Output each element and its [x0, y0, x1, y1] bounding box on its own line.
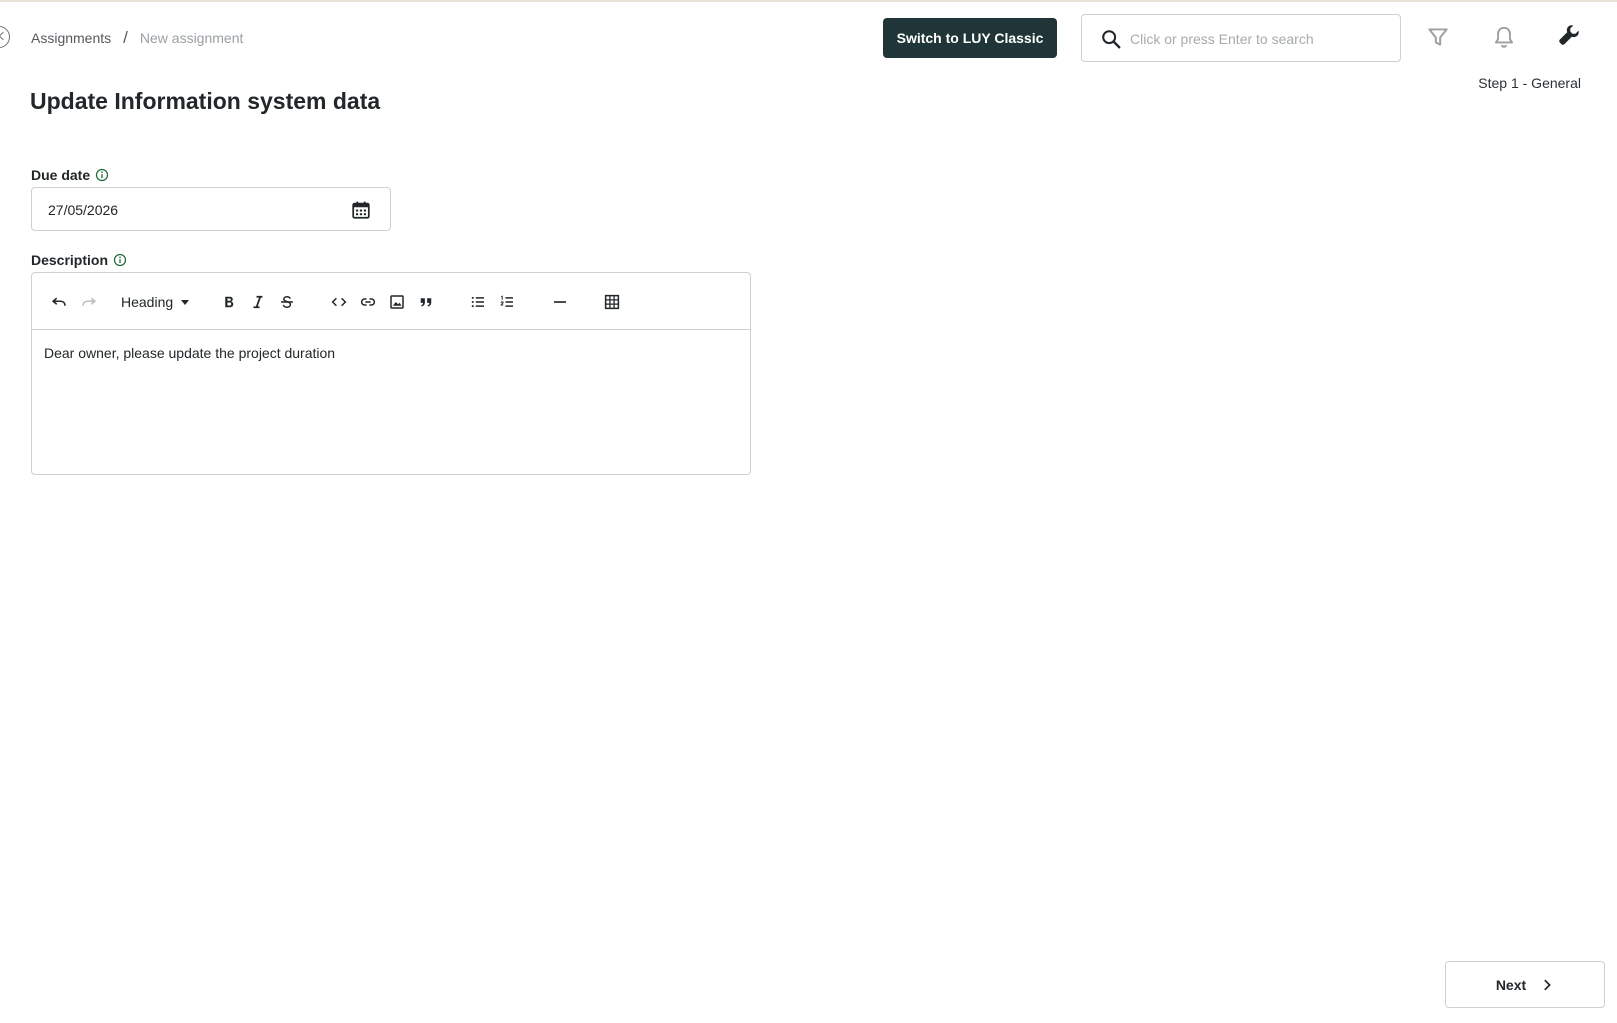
breadcrumb-separator: /: [123, 28, 128, 47]
switch-to-classic-button[interactable]: Switch to LUY Classic: [883, 18, 1057, 58]
heading-dropdown-label: Heading: [121, 294, 174, 310]
back-icon[interactable]: [0, 26, 10, 48]
due-date-input[interactable]: [48, 199, 328, 221]
breadcrumb-assignments-link[interactable]: Assignments: [31, 30, 111, 46]
blockquote-icon[interactable]: [415, 291, 437, 313]
editor-toolbar: Heading: [32, 273, 750, 330]
due-date-field[interactable]: [31, 187, 391, 231]
search-input[interactable]: [1130, 25, 1390, 53]
due-date-label: Due date: [31, 167, 109, 183]
horizontal-rule-icon[interactable]: [549, 291, 571, 313]
page-title: Update Information system data: [30, 88, 381, 114]
wrench-icon[interactable]: [1556, 22, 1582, 48]
bell-icon[interactable]: [1491, 24, 1517, 50]
filter-icon[interactable]: [1425, 24, 1451, 50]
next-button-label: Next: [1495, 976, 1527, 993]
info-icon[interactable]: [113, 253, 127, 267]
strikethrough-icon[interactable]: [276, 291, 298, 313]
table-icon[interactable]: [601, 291, 623, 313]
bold-icon[interactable]: [218, 291, 240, 313]
top-accent-line: [0, 0, 1617, 2]
breadcrumb: Assignments / New assignment: [31, 28, 243, 48]
calendar-icon[interactable]: [350, 199, 372, 221]
due-date-label-text: Due date: [31, 167, 91, 183]
redo-icon[interactable]: [78, 291, 100, 313]
search-box[interactable]: [1081, 14, 1401, 62]
page: Assignments / New assignment Switch to L…: [0, 0, 1617, 1023]
chevron-right-icon: [1544, 979, 1552, 990]
description-label-text: Description: [31, 252, 109, 268]
bullet-list-icon[interactable]: [467, 291, 489, 313]
search-icon: [1102, 30, 1121, 49]
breadcrumb-current: New assignment: [139, 30, 244, 46]
image-icon[interactable]: [386, 291, 408, 313]
link-icon[interactable]: [357, 291, 379, 313]
description-label: Description: [31, 252, 127, 268]
italic-icon[interactable]: [247, 291, 269, 313]
heading-dropdown[interactable]: Heading: [121, 291, 190, 313]
next-button[interactable]: Next: [1445, 961, 1605, 1008]
editor-content[interactable]: Dear owner, please update the project du…: [44, 345, 734, 361]
info-icon[interactable]: [95, 168, 109, 182]
undo-icon[interactable]: [48, 291, 70, 313]
code-icon[interactable]: [328, 291, 350, 313]
chevron-down-icon: [181, 299, 190, 305]
numbered-list-icon[interactable]: [496, 291, 518, 313]
step-label: Step 1 - General: [1478, 75, 1581, 91]
description-editor: Heading Dear owner, please update the pr…: [31, 272, 751, 475]
